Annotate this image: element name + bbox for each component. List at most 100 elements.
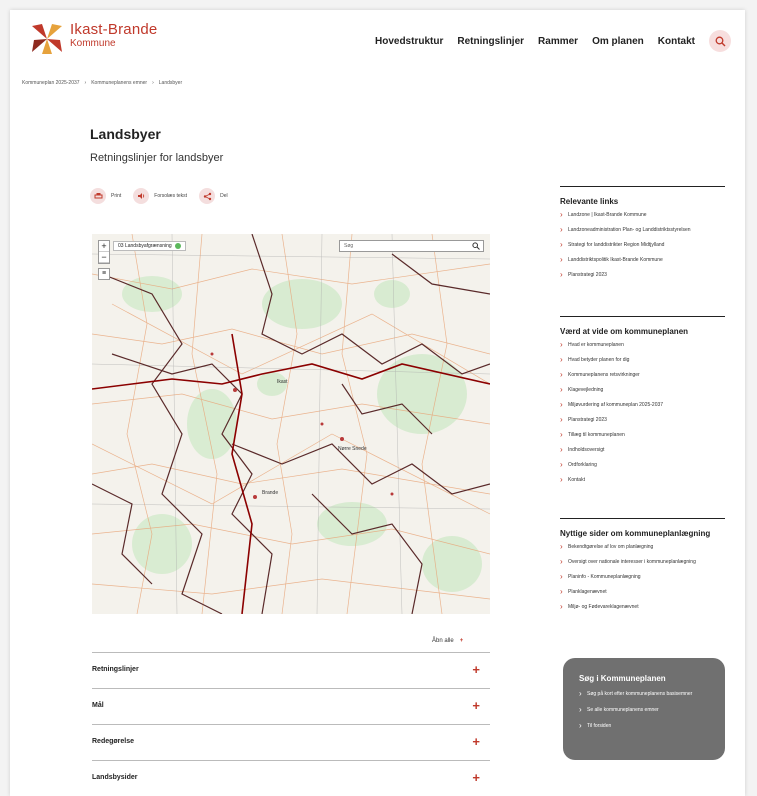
map-search-input[interactable]: Søg [339,240,484,252]
breadcrumb-kommuneplan[interactable]: Kommuneplan 2025-2037 [22,80,80,86]
map-zoom-controls: + − [98,240,110,264]
accordion-landsbysider[interactable]: Landsbysider + [92,760,490,796]
sidebar-nyttige-sider: Nyttige sider om kommuneplanlægning Beke… [560,518,725,619]
page-title: Landsbyer [90,126,161,142]
accordion-retningslinjer[interactable]: Retningslinjer + [92,652,490,688]
main-nav: Hovedstruktur Retningslinjer Rammer Om p… [375,36,695,47]
divider [560,316,725,317]
sidebar-link[interactable]: Tillæg til kommuneplanen [560,431,725,439]
map-zoom-out-button[interactable]: − [99,252,109,263]
sidebar-link[interactable]: Miljø- og Fødevareklagenævnet [560,603,725,611]
logo-subtitle: Kommune [70,38,116,49]
site-header: Ikast-Brande Kommune Hovedstruktur Retni… [10,10,745,70]
header-search-button[interactable] [709,30,731,52]
expand-all-button[interactable]: Åbn alle + [432,638,463,644]
search-box-link[interactable]: Søg på kort efter kommuneplanens basisem… [579,690,725,698]
logo-emblem-icon [32,24,62,54]
page-subtitle: Retningslinjer for landsbyer [90,152,224,164]
read-aloud-label: Forsolæs tekst [154,193,188,199]
map-view[interactable]: + − ≡ 03 Landsbyafgrænsning Søg Ikast Br… [92,234,490,614]
share-icon [199,188,216,204]
sidebar-vaerd-at-vide: Værd at vide om kommuneplanen Hvad er ko… [560,316,725,492]
layer-label: 03 Landsbyafgrænsning [118,243,172,249]
plus-icon: + [472,734,480,749]
sidebar-link[interactable]: Oversigt over nationale interesser i kom… [560,558,725,566]
site-logo[interactable]: Ikast-Brande Kommune [30,20,200,60]
search-box-link[interactable]: Til forsiden [579,722,725,730]
layer-active-icon [174,243,181,249]
accordion-label: Retningslinjer [92,666,139,673]
sidebar-link[interactable]: Indholdsoversigt [560,446,725,454]
map-town-label: Ikast [277,379,288,385]
sidebar-link-list: Landzone | Ikast-Brande Kommune Landzone… [560,211,725,279]
breadcrumb-separator: › [152,80,154,86]
accordion-label: Redegørelse [92,738,135,745]
sidebar-link-list: Hvad er kommuneplanen Hvad betyder plane… [560,341,725,484]
nav-hovedstruktur[interactable]: Hovedstruktur [375,36,443,47]
sidebar-search-box: Søg i Kommuneplanen Søg på kort efter ko… [563,658,725,760]
plus-icon: + [472,698,480,713]
accordion-label: Landsbysider [92,774,138,781]
divider [560,518,725,519]
page: Ikast-Brande Kommune Hovedstruktur Retni… [10,10,745,796]
page-tools: Print Forsolæs tekst Del [90,188,228,204]
map-town-label: Nørre Snede [338,446,367,452]
sidebar-link[interactable]: Planstrategi 2023 [560,416,725,424]
print-button[interactable]: Print [90,188,121,204]
search-box-link-list: Søg på kort efter kommuneplanens basisem… [563,690,725,730]
nav-retningslinjer[interactable]: Retningslinjer [457,36,524,47]
breadcrumb-current: Landsbyer [158,80,183,86]
sidebar-link[interactable]: Landzone | Ikast-Brande Kommune [560,211,725,219]
breadcrumb: Kommuneplan 2025-2037 › Kommuneplanens e… [22,80,182,86]
search-box-title: Søg i Kommuneplanen [579,674,666,683]
divider [560,186,725,187]
sidebar-link[interactable]: Bekendtgørelse af lov om planlægning [560,543,725,551]
search-icon [715,36,725,46]
map-town-label: Brande [262,490,279,496]
map-zoom-in-button[interactable]: + [99,241,109,252]
sidebar-heading: Relevante links [560,197,619,206]
sidebar-link[interactable]: Klagevejledning [560,386,725,394]
read-aloud-icon [133,188,150,204]
map-canvas [92,234,490,614]
accordion-label: Mål [92,702,104,709]
print-label: Print [111,193,122,199]
map-search-placeholder: Søg [344,243,354,249]
plus-icon: + [472,770,480,785]
sidebar-link[interactable]: Kontakt [560,476,725,484]
sidebar-link[interactable]: Hvad betyder planen for dig [560,356,725,364]
nav-kontakt[interactable]: Kontakt [658,36,695,47]
plus-icon: + [472,662,480,677]
sidebar-link[interactable]: Kommuneplanens retsvirkninger [560,371,725,379]
sidebar-link[interactable]: Hvad er kommuneplanen [560,341,725,349]
sidebar-link-list: Bekendtgørelse af lov om planlægning Ove… [560,543,725,611]
sidebar-link[interactable]: Landzoneadministration Plan- og Landdist… [560,226,725,234]
plus-icon: + [459,638,464,644]
nav-om-planen[interactable]: Om planen [592,36,644,47]
print-icon [90,188,106,204]
sidebar-link[interactable]: Miljøvurdering af kommuneplan 2025-2037 [560,401,725,409]
map-layer-chip[interactable]: 03 Landsbyafgrænsning [113,241,186,251]
sidebar-relevante-links: Relevante links Landzone | Ikast-Brande … [560,186,725,287]
breadcrumb-emner[interactable]: Kommuneplanens emner [91,80,147,86]
sidebar-heading: Nyttige sider om kommuneplanlægning [560,529,711,538]
search-icon[interactable] [472,242,480,250]
sidebar-heading: Værd at vide om kommuneplanen [560,327,689,336]
sidebar-link[interactable]: Planstrategi 2023 [560,271,725,279]
nav-rammer[interactable]: Rammer [538,36,578,47]
share-button[interactable]: Del [199,188,228,204]
layers-icon[interactable]: ≡ [98,268,110,280]
sidebar-link[interactable]: Strategi for landdistrikter Region Midtj… [560,241,725,249]
logo-name: Ikast-Brande [70,21,158,38]
share-label: Del [220,193,228,199]
accordion-maal[interactable]: Mål + [92,688,490,724]
sidebar-link[interactable]: Ordforklaring [560,461,725,469]
expand-all-label: Åbn alle [432,638,454,644]
sidebar-link[interactable]: Planinfo - Kommuneplanlægning [560,573,725,581]
accordion-redegoerelse[interactable]: Redegørelse + [92,724,490,760]
breadcrumb-separator: › [84,80,87,86]
sidebar-link[interactable]: Landdistriktspolitik Ikast-Brande Kommun… [560,256,725,264]
search-box-link[interactable]: Se alle kommuneplanens emner [579,706,725,714]
sidebar-link[interactable]: Planklagenævnet [560,588,725,596]
read-aloud-button[interactable]: Forsolæs tekst [133,188,187,204]
